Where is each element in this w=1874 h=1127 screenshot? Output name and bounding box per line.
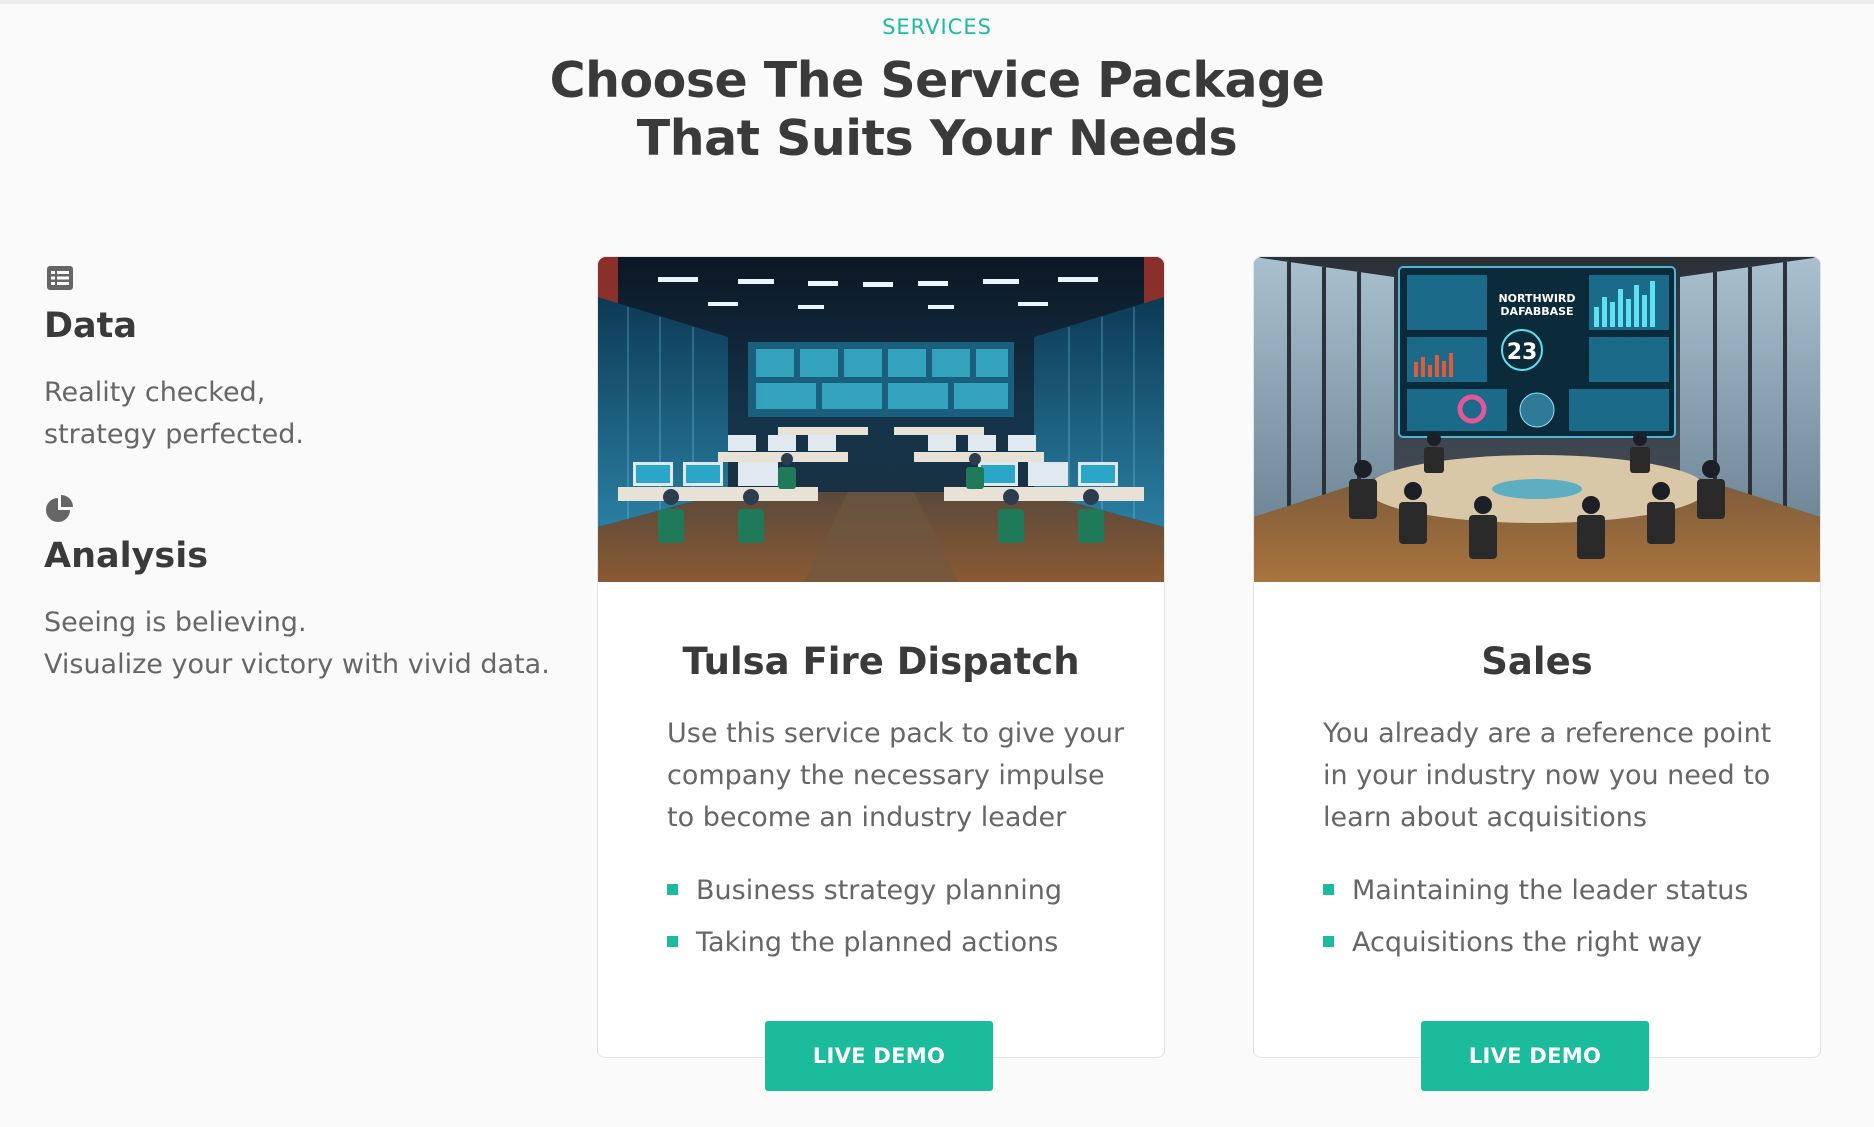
square-bullet-icon bbox=[667, 936, 678, 947]
list-item: Taking the planned actions bbox=[667, 917, 1062, 969]
live-demo-button[interactable]: LIVE DEMO bbox=[1421, 1021, 1649, 1091]
list-item: Maintaining the leader status bbox=[1323, 865, 1748, 917]
card-title: Sales bbox=[1481, 640, 1593, 683]
service-card-sales: NORTHWIRD DAFABBASE 23 Sales You already… bbox=[1253, 256, 1821, 1091]
dispatch-center-image bbox=[598, 257, 1164, 582]
square-bullet-icon bbox=[667, 884, 678, 895]
list-icon bbox=[47, 266, 73, 290]
feature-analysis: Analysis Seeing is believing. Visualize … bbox=[44, 492, 564, 686]
screen-title-2: DAFABBASE bbox=[1500, 305, 1573, 318]
square-bullet-icon bbox=[1323, 936, 1334, 947]
live-demo-button[interactable]: LIVE DEMO bbox=[765, 1021, 993, 1091]
card-description: Use this service pack to give your compa… bbox=[667, 718, 1125, 833]
section-title-line-2: That Suits Your Needs bbox=[636, 110, 1238, 167]
section-title-line-1: Choose The Service Package bbox=[549, 52, 1325, 109]
sales-boardroom-image: NORTHWIRD DAFABBASE 23 bbox=[1254, 257, 1820, 582]
feature-data: Data Reality checked, strategy perfected… bbox=[44, 262, 564, 456]
card-title: Tulsa Fire Dispatch bbox=[682, 640, 1080, 683]
feature-description: Seeing is believing. Visualize your vict… bbox=[44, 607, 550, 680]
square-bullet-icon bbox=[1323, 884, 1334, 895]
section-eyebrow: SERVICES bbox=[882, 15, 992, 39]
top-border bbox=[0, 0, 1874, 4]
service-card-dispatch: Tulsa Fire Dispatch Use this service pac… bbox=[597, 256, 1165, 1091]
section-title: Choose The Service Package That Suits Yo… bbox=[0, 52, 1874, 168]
feature-description: Reality checked, strategy perfected. bbox=[44, 377, 304, 450]
card-feature-list: Maintaining the leader status Acquisitio… bbox=[1323, 865, 1748, 969]
screen-number: 23 bbox=[1507, 340, 1538, 365]
list-item: Business strategy planning bbox=[667, 865, 1062, 917]
feature-title: Data bbox=[44, 306, 138, 346]
feature-title: Analysis bbox=[44, 536, 209, 576]
card-feature-list: Business strategy planning Taking the pl… bbox=[667, 865, 1062, 969]
screen-title-1: NORTHWIRD bbox=[1498, 292, 1575, 305]
list-item: Acquisitions the right way bbox=[1323, 917, 1748, 969]
pie-chart-icon bbox=[46, 495, 73, 522]
card-description: You already are a reference point in you… bbox=[1323, 718, 1772, 833]
